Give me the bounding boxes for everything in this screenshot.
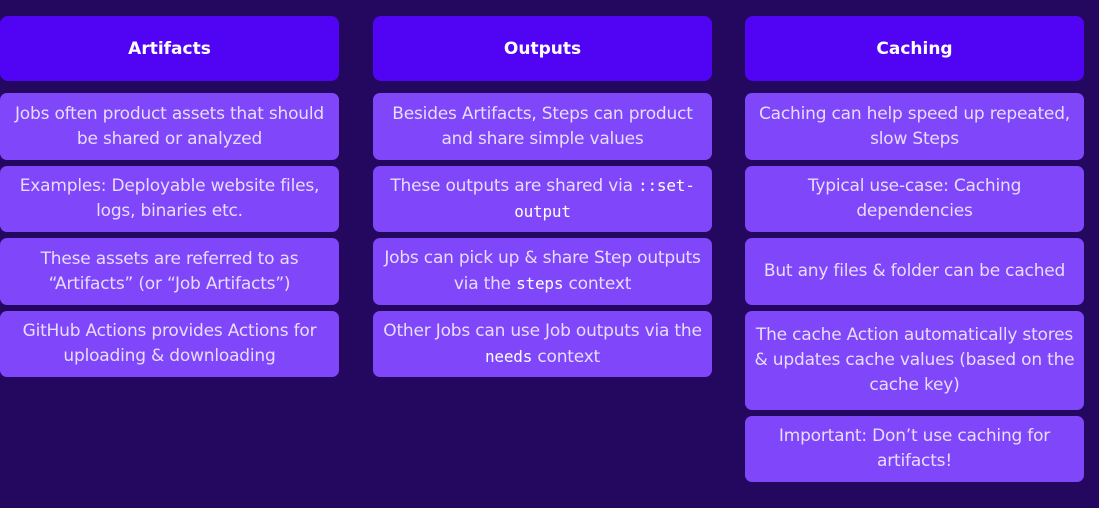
column-outputs: Outputs Besides Artifacts, Steps can pro… xyxy=(373,16,712,383)
card: Jobs often product assets that should be… xyxy=(0,93,339,160)
card: Important: Don’t use caching for artifac… xyxy=(745,416,1084,482)
card-text: Jobs often product assets that should be… xyxy=(14,103,324,149)
card-text: Important: Don’t use caching for artifac… xyxy=(778,426,1051,471)
card: Other Jobs can use Job outputs via the n… xyxy=(373,311,712,377)
card-text: Caching can help speed up repeated, slow… xyxy=(759,103,1070,149)
column-title: Artifacts xyxy=(128,38,211,59)
card-text: Examples: Deployable website files, logs… xyxy=(19,176,320,221)
column-title: Outputs xyxy=(503,38,582,59)
column-header-artifacts: Artifacts xyxy=(0,16,339,81)
card-text: The cache Action automatically stores & … xyxy=(754,325,1075,395)
card: But any files & folder can be cached xyxy=(745,238,1084,305)
card: Besides Artifacts, Steps can product and… xyxy=(373,93,712,160)
code-snippet: needs xyxy=(484,346,533,366)
card: Examples: Deployable website files, logs… xyxy=(0,166,339,232)
card-text: context xyxy=(563,274,632,294)
card: GitHub Actions provides Actions for uplo… xyxy=(0,311,339,377)
card-text: These outputs are shared via xyxy=(390,176,639,196)
card-text: These assets are referred to as “Artifac… xyxy=(40,248,299,294)
card: Typical use-case: Caching dependencies xyxy=(745,166,1084,232)
card-text: Besides Artifacts, Steps can product and… xyxy=(392,103,693,149)
card-text: Typical use-case: Caching dependencies xyxy=(807,176,1022,221)
card: These outputs are shared via ::set-outpu… xyxy=(373,166,712,232)
column-title: Caching xyxy=(876,38,953,59)
column-caching: Caching Caching can help speed up repeat… xyxy=(745,16,1084,488)
card-text: GitHub Actions provides Actions for uplo… xyxy=(22,321,317,366)
card: These assets are referred to as “Artifac… xyxy=(0,238,339,305)
column-header-outputs: Outputs xyxy=(373,16,712,81)
code-snippet: steps xyxy=(516,274,564,293)
card-text: But any files & folder can be cached xyxy=(763,261,1066,281)
card: The cache Action automatically stores & … xyxy=(745,311,1084,410)
card: Jobs can pick up & share Step outputs vi… xyxy=(373,238,712,305)
column-artifacts: Artifacts Jobs often product assets that… xyxy=(0,16,339,383)
card-text: context xyxy=(532,346,601,367)
column-header-caching: Caching xyxy=(745,16,1084,81)
card: Caching can help speed up repeated, slow… xyxy=(745,93,1084,160)
card-text: Other Jobs can use Job outputs via the xyxy=(383,320,702,341)
